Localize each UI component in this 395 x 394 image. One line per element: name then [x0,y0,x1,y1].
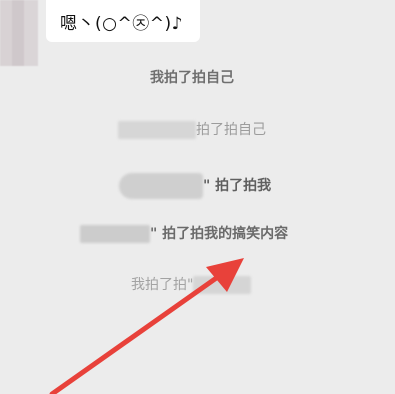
blurred-name-mosaic [119,173,203,199]
contact-avatar-blurred[interactable] [0,0,38,66]
pat-message-text: 我拍了拍自己 [150,70,234,86]
pat-message-text: " 拍了拍我 [203,178,272,194]
blurred-name-mosaic [118,121,196,139]
pat-message-pat-me: " 拍了拍我 [119,173,271,199]
pat-message-blurred-self: 拍了拍自己 [118,121,266,139]
pat-message-text: 我拍了拍" [131,277,194,293]
blurred-name-mosaic [193,276,252,294]
pat-message-self: 我拍了拍自己 [150,69,234,87]
pat-message-text: 拍了拍自己 [196,122,266,138]
chat-message-text: 嗯丶(○^㉨^)♪ [60,13,183,34]
pat-message-funny-content: " 拍了拍我的搞笑内容 [80,225,288,243]
chat-message-bubble[interactable]: 嗯丶(○^㉨^)♪ [46,0,200,42]
blurred-name-mosaic [80,225,150,243]
pat-message-faded: 我拍了拍" [131,276,252,294]
pat-message-text: " 拍了拍我的搞笑内容 [150,226,289,242]
